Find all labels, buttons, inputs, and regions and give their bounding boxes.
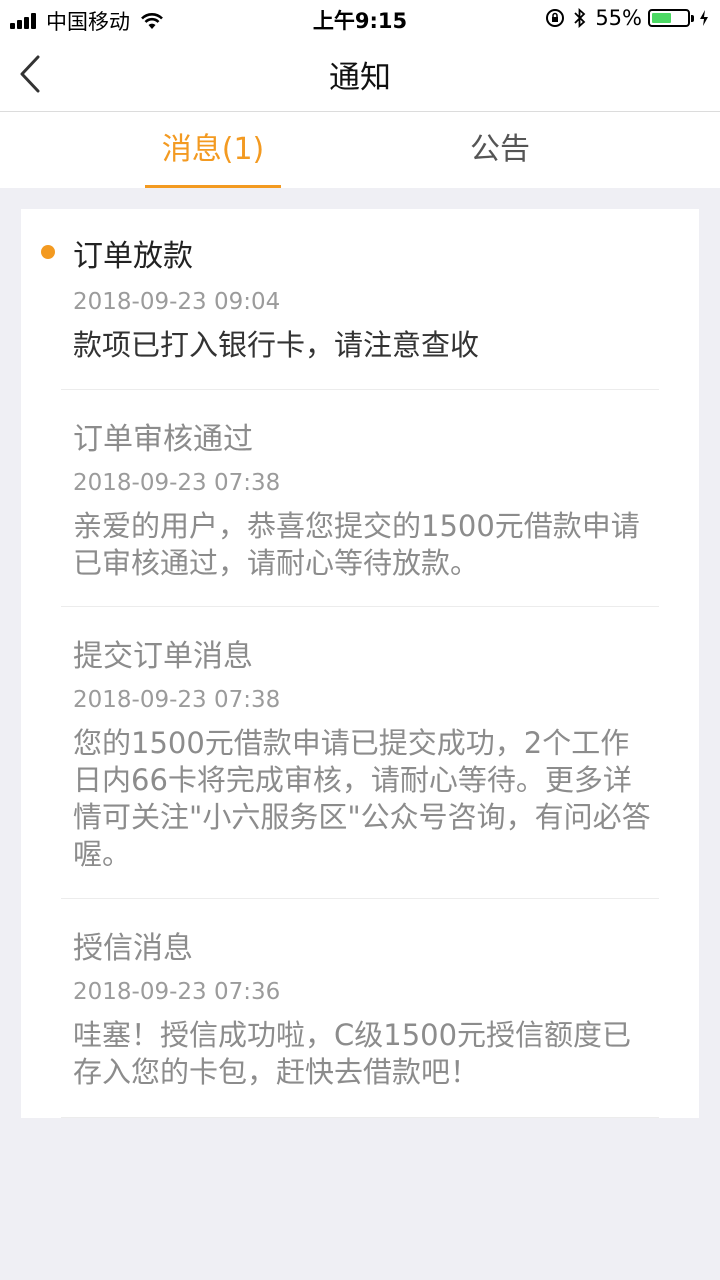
message-body: 亲爱的用户，恭喜您提交的1500元借款申请已审核通过，请耐心等待放款。 — [73, 509, 640, 580]
message-list: 订单放款 2018-09-23 09:04 款项已打入银行卡，请注意查收 订单审… — [21, 209, 699, 1118]
tab-announcements-label: 公告 — [470, 132, 530, 167]
message-item[interactable]: 授信消息 2018-09-23 07:36 哇塞！授信成功啦，C级1500元授信… — [61, 899, 659, 1118]
battery-percent: 55% — [595, 6, 642, 30]
message-body: 哇塞！授信成功啦，C级1500元授信额度已存入您的卡包，赶快去借款吧！ — [73, 1018, 632, 1089]
message-time: 2018-09-23 07:36 — [73, 979, 281, 1005]
unread-dot — [41, 245, 55, 259]
orientation-lock-icon — [546, 9, 565, 27]
page-title: 通知 — [329, 60, 391, 96]
message-time: 2018-09-23 07:38 — [73, 687, 281, 713]
nav-bar: 通知 — [0, 36, 720, 112]
battery-icon — [648, 9, 690, 27]
battery-tip — [691, 14, 694, 22]
message-body: 您的1500元借款申请已提交成功，2个工作日内66卡将完成审核，请耐心等待。更多… — [73, 726, 651, 871]
battery-fill — [652, 13, 671, 23]
bluetooth-icon — [574, 8, 586, 28]
message-item[interactable]: 提交订单消息 2018-09-23 07:38 您的1500元借款申请已提交成功… — [61, 607, 659, 899]
tab-active-indicator — [145, 185, 281, 188]
tab-bar: 消息(1) 公告 — [0, 112, 720, 188]
message-item[interactable]: 订单审核通过 2018-09-23 07:38 亲爱的用户，恭喜您提交的1500… — [61, 390, 659, 607]
charging-icon — [700, 10, 708, 26]
message-body: 款项已打入银行卡，请注意查收 — [73, 328, 480, 362]
message-time: 2018-09-23 07:38 — [73, 470, 281, 496]
message-title: 提交订单消息 — [73, 639, 253, 674]
tab-announcements[interactable]: 公告 — [432, 112, 568, 188]
status-right: 55% — [545, 6, 710, 30]
tab-messages-label: 消息(1) — [161, 132, 265, 167]
message-title: 订单审核通过 — [73, 422, 253, 457]
message-title: 授信消息 — [73, 931, 193, 966]
status-bar: 中国移动 上午9:15 55% — [0, 0, 720, 36]
message-time: 2018-09-23 09:04 — [73, 289, 281, 315]
message-title: 订单放款 — [73, 239, 193, 274]
tab-messages[interactable]: 消息(1) — [145, 112, 281, 188]
message-item[interactable]: 订单放款 2018-09-23 09:04 款项已打入银行卡，请注意查收 — [41, 209, 659, 390]
